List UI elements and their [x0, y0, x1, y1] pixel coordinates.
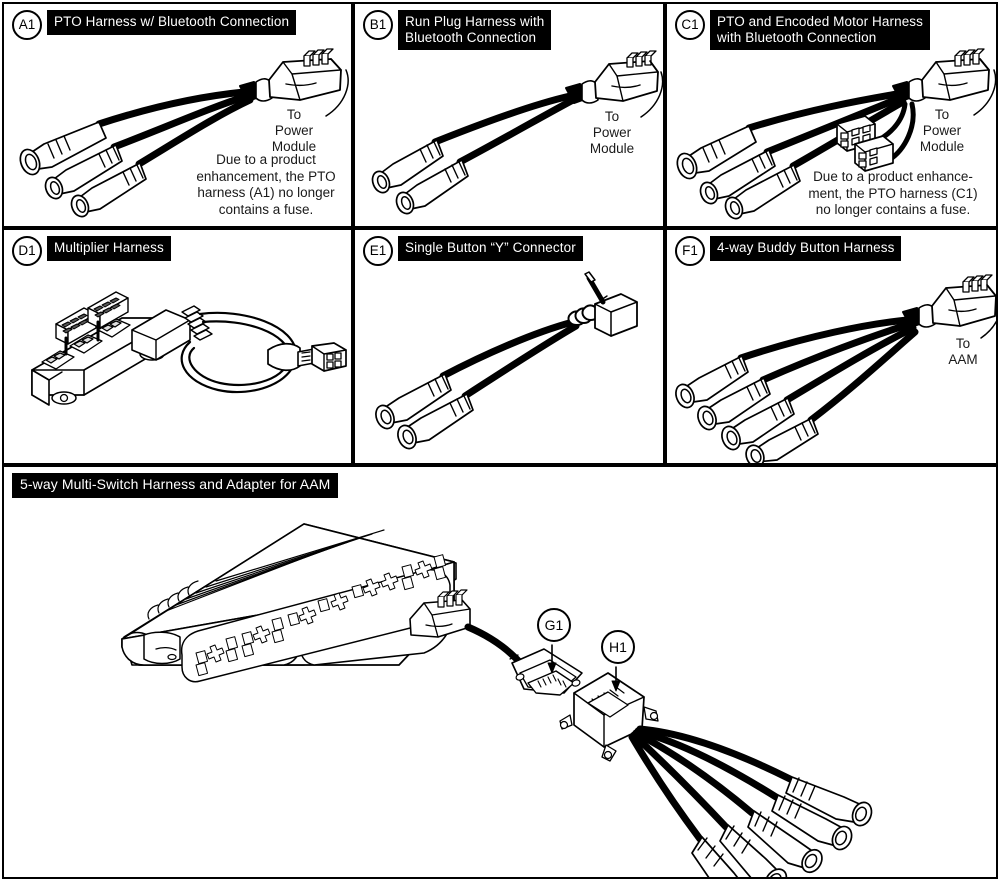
panel-a1-note: Due to a product enhancement, the PTO ha…: [196, 152, 336, 217]
callout-h1-bubble: H1: [601, 630, 635, 664]
panel-e1-illustration: [375, 271, 638, 450]
panel-d1-illustration: [31, 291, 347, 406]
panel-c1: C1 PTO and Encoded Motor Harness with Bl…: [665, 2, 998, 228]
panel-bottom-5way: 5-way Multi-Switch Harness and Adapter f…: [2, 465, 998, 879]
panel-a1: A1 PTO Harness w/ Bluetooth Connection T…: [2, 2, 353, 228]
callout-g1-bubble: G1: [537, 608, 571, 642]
parts-diagram-sheet: A1 PTO Harness w/ Bluetooth Connection T…: [0, 0, 1000, 881]
panel-d1: D1 Multiplier Harness: [2, 228, 353, 465]
panel-bottom-illustration: [121, 523, 873, 877]
panel-e1: E1 Single Button “Y” Connector: [353, 228, 665, 465]
panel-c1-to-power-module-label: To Power Module: [919, 107, 965, 154]
panel-b1-to-power-module-label: To Power Module: [589, 109, 635, 156]
panel-c1-note: Due to a product enhance- ment, the PTO …: [808, 169, 978, 217]
panel-f1: F1 4-way Buddy Button Harness To AAM: [665, 228, 998, 465]
panel-f1-to-aam-label: To AAM: [948, 336, 978, 367]
panel-a1-to-power-module-label: To Power Module: [271, 107, 317, 154]
panel-b1: B1 Run Plug Harness with Bluetooth Conne…: [353, 2, 665, 228]
